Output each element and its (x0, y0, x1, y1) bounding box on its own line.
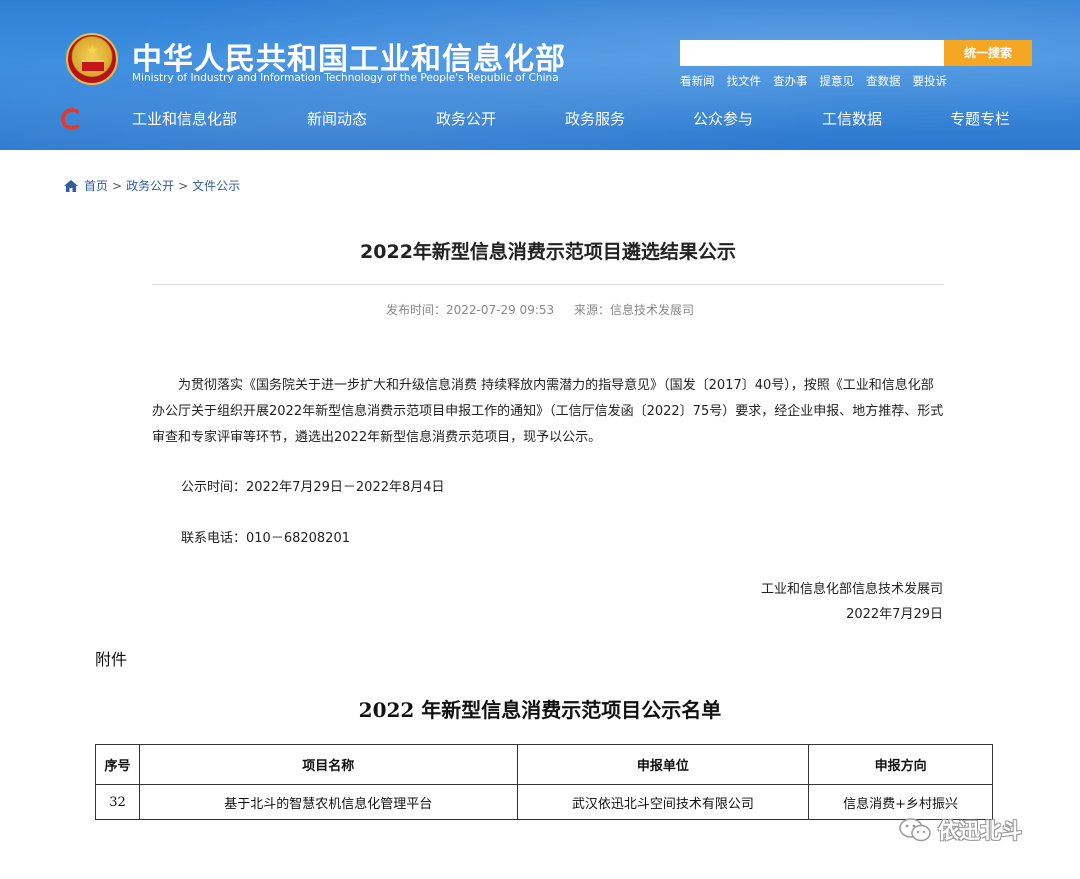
article-body: 为贯彻落实《国务院关于进一步扩大和升级信息消费 持续释放内需潜力的指导意见》（国… (152, 373, 944, 451)
article-meta: 发布时间：2022-07-29 09:53 来源：信息技术发展司 (0, 301, 1080, 318)
quick-link-complaint[interactable]: 要投诉 (913, 73, 948, 89)
nav-item-services[interactable]: 政务服务 (565, 108, 625, 129)
column-header-direction: 申报方向 (809, 745, 993, 785)
quick-link-feedback[interactable]: 提意见 (820, 73, 855, 89)
breadcrumb-home[interactable]: 首页 (84, 177, 108, 194)
search-input[interactable] (680, 40, 944, 66)
watermark-text: 依迅北斗 (938, 815, 1022, 845)
breadcrumb-separator: > (178, 179, 188, 193)
publish-time: 发布时间：2022-07-29 09:53 (386, 303, 554, 317)
main-nav: 工业和信息化部 新闻动态 政务公开 政务服务 公众参与 工信数据 专题专栏 (0, 108, 1080, 132)
nav-item-public-affairs[interactable]: 政务公开 (436, 108, 496, 129)
article-source: 来源：信息技术发展司 (574, 303, 694, 317)
home-icon[interactable] (64, 180, 78, 192)
nav-item-participation[interactable]: 公众参与 (693, 108, 753, 129)
notice-period: 公示时间：2022年7月29日－2022年8月4日 (181, 476, 445, 495)
column-header-project-name: 项目名称 (139, 745, 517, 785)
breadcrumb-public-affairs[interactable]: 政务公开 (126, 177, 174, 194)
attachment-title: 2022 年新型信息消费示范项目公示名单 (0, 694, 1080, 723)
column-header-applicant: 申报单位 (517, 745, 809, 785)
site-subtitle: Ministry of Industry and Information Tec… (132, 72, 559, 84)
nav-item-ministry[interactable]: 工业和信息化部 (132, 108, 237, 129)
wechat-watermark: 依迅北斗 (898, 815, 1022, 845)
title-divider (152, 284, 944, 285)
breadcrumb-separator: > (112, 179, 122, 193)
nav-item-topics[interactable]: 专题专栏 (950, 108, 1010, 129)
quick-links: 看新闻 找文件 查办事 提意见 查数据 要投诉 (680, 73, 959, 89)
breadcrumb: 首页 > 政务公开 > 文件公示 (64, 177, 240, 194)
project-list-table: 序号 项目名称 申报单位 申报方向 32 基于北斗的智慧农机信息化管理平台 武汉… (95, 744, 993, 820)
quick-link-files[interactable]: 找文件 (727, 73, 762, 89)
quick-link-news[interactable]: 看新闻 (680, 73, 715, 89)
nav-item-data[interactable]: 工信数据 (822, 108, 882, 129)
article-title: 2022年新型信息消费示范项目遴选结果公示 (0, 237, 1080, 264)
table-header-row: 序号 项目名称 申报单位 申报方向 (96, 745, 993, 785)
national-emblem-icon[interactable]: ★ (66, 33, 118, 85)
quick-link-data[interactable]: 查数据 (866, 73, 901, 89)
breadcrumb-file-notice[interactable]: 文件公示 (192, 177, 240, 194)
wechat-icon (898, 817, 932, 843)
quick-link-services[interactable]: 查办事 (773, 73, 808, 89)
search-button[interactable]: 统一搜索 (944, 40, 1032, 66)
signature-date: 2022年7月29日 (846, 603, 943, 622)
nav-item-news[interactable]: 新闻动态 (307, 108, 367, 129)
cell-index: 32 (96, 785, 140, 820)
signature-org: 工业和信息化部信息技术发展司 (761, 578, 943, 597)
table-row: 32 基于北斗的智慧农机信息化管理平台 武汉依迅北斗空间技术有限公司 信息消费+… (96, 785, 993, 820)
column-header-index: 序号 (96, 745, 140, 785)
cell-project-name: 基于北斗的智慧农机信息化管理平台 (139, 785, 517, 820)
site-header: ★ 中华人民共和国工业和信息化部 Ministry of Industry an… (0, 0, 1080, 150)
cell-applicant: 武汉依迅北斗空间技术有限公司 (517, 785, 809, 820)
contact-phone: 联系电话：010－68208201 (181, 527, 350, 546)
attachment-label: 附件 (95, 646, 127, 670)
